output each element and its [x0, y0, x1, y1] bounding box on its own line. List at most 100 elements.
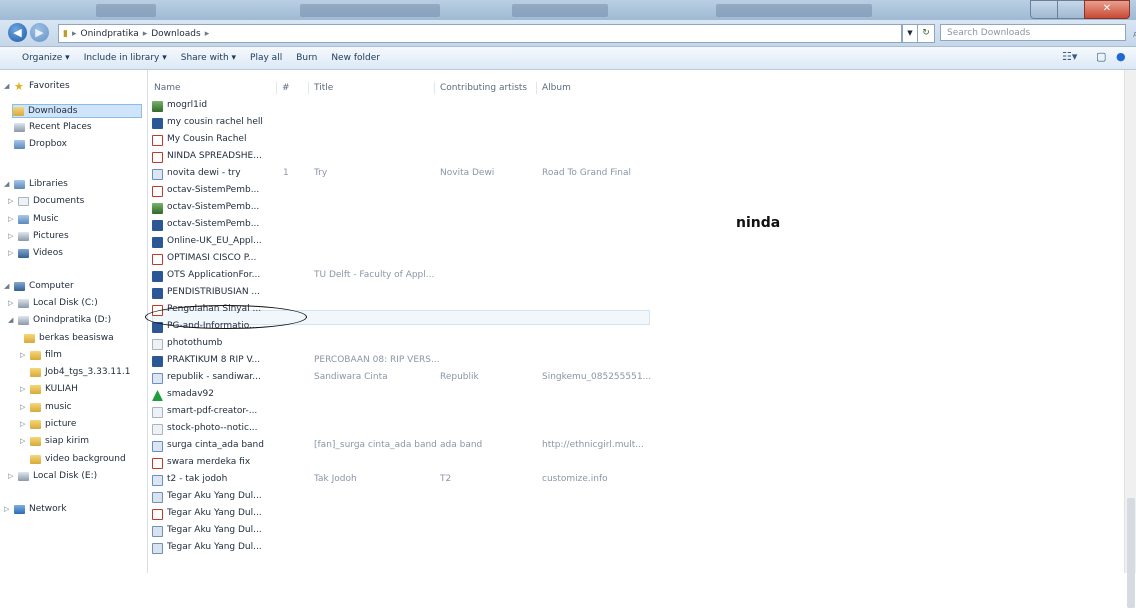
nav-local-disk-c[interactable]: ▷ Local Disk (C:) — [8, 298, 98, 308]
address-dropdown-button[interactable]: ▼ — [902, 24, 918, 43]
file-row[interactable]: republik - sandiwar... Sandiwara Cinta Rep… — [152, 371, 652, 385]
search-input[interactable]: Search Downloads ⌕ — [940, 24, 1136, 41]
nav-local-disk-e[interactable]: ▷ Local Disk (E:) — [8, 471, 97, 481]
file-row[interactable]: octav-SistemPemb... — [152, 218, 652, 232]
file-row[interactable]: swara merdeka fix — [152, 456, 652, 470]
file-row[interactable]: Online-UK_EU_Appl... — [152, 235, 652, 249]
file-row[interactable]: stock-photo--notic... — [152, 422, 652, 436]
column-divider[interactable] — [536, 82, 537, 94]
word-icon — [152, 288, 163, 299]
file-row[interactable]: t2 - tak jodoh Tak Jodoh T2 customize.info — [152, 473, 652, 487]
burn-button[interactable]: Burn — [296, 53, 317, 63]
play-all-button[interactable]: Play all — [250, 53, 282, 63]
wma-icon — [152, 492, 163, 503]
navigation-pane: ◢ ★ Favorites Downloads Recent Places Drop… — [0, 70, 148, 573]
file-row[interactable]: Tegar Aku Yang Dul... — [152, 490, 652, 504]
file-row[interactable]: OTS ApplicationFor... TU Delft - Faculty … — [152, 269, 652, 283]
close-button[interactable]: ✕ — [1084, 0, 1130, 19]
column-divider[interactable] — [434, 82, 435, 94]
music-icon — [18, 214, 29, 224]
audio-icon — [152, 169, 163, 180]
file-row[interactable]: smadav92 — [152, 388, 652, 402]
file-row[interactable]: Tegar Aku Yang Dul... — [152, 541, 652, 555]
column-divider[interactable] — [308, 82, 309, 94]
file-title: Tak Jodoh — [314, 474, 357, 484]
folder-icon — [30, 436, 41, 446]
file-row[interactable]: Tegar Aku Yang Dul... — [152, 524, 652, 538]
nav-folder-music[interactable]: ▷ music — [20, 402, 72, 412]
nav-documents[interactable]: ▷ Documents — [8, 196, 84, 206]
file-row[interactable]: PENDISTRIBUSIAN ... — [152, 286, 652, 300]
documents-icon — [18, 196, 29, 206]
file-row[interactable]: novita dewi - try 1 Try Novita Dewi Road To … — [152, 167, 652, 181]
image-icon — [152, 203, 163, 214]
vertical-scrollbar[interactable] — [1124, 70, 1136, 608]
back-button[interactable]: ◀ — [8, 23, 27, 42]
preview-pane-icon[interactable]: ▢ — [1096, 50, 1106, 63]
column-divider[interactable] — [276, 82, 277, 94]
column-header-number[interactable]: # — [282, 83, 290, 93]
nav-onindpratika-d[interactable]: ◢ Onindpratika (D:) — [8, 315, 111, 325]
nav-recent-places[interactable]: Recent Places — [14, 122, 92, 132]
file-row[interactable]: photothumb — [152, 337, 652, 351]
forward-button[interactable]: ▶ — [30, 23, 49, 42]
file-row[interactable]: OPTIMASI CISCO P... — [152, 252, 652, 266]
file-row[interactable]: octav-SistemPemb... — [152, 184, 652, 198]
breadcrumb-downloads[interactable]: Downloads — [151, 29, 200, 39]
file-row[interactable]: PRAKTIKUM 8 RIP V... PERCOBAAN 08: RIP VE… — [152, 354, 652, 368]
column-header-name[interactable]: Name — [154, 83, 181, 93]
address-bar[interactable]: ▮ ▸ Onindpratika ▸ Downloads ▸ — [58, 24, 902, 43]
file-row[interactable]: octav-SistemPemb... — [152, 201, 652, 215]
scrollbar-thumb[interactable] — [1127, 498, 1135, 608]
file-row[interactable]: surga cinta_ada band [fan]_surga cinta_ad… — [152, 439, 652, 453]
file-row[interactable]: smart-pdf-creator-... — [152, 405, 652, 419]
nav-dropbox[interactable]: Dropbox — [14, 139, 67, 149]
nav-favorites[interactable]: ◢ ★ Favorites — [4, 79, 70, 93]
organize-button[interactable]: Organize ▾ — [22, 53, 70, 63]
file-row[interactable]: NINDA SPREADSHE... — [152, 150, 652, 164]
file-row[interactable]: mogrl1id — [152, 99, 652, 113]
nav-music[interactable]: ▷ Music — [8, 214, 59, 224]
file-row[interactable]: my cousin rachel hell — [152, 116, 652, 130]
network-icon — [14, 504, 25, 514]
nav-videos[interactable]: ▷ Videos — [8, 248, 63, 258]
nav-folder-picture[interactable]: ▷ picture — [20, 419, 76, 429]
smadav-icon — [152, 390, 163, 401]
file-row[interactable]: My Cousin Rachel — [152, 133, 652, 147]
nav-folder-job[interactable]: Job4_tgs_3.33.11.1 — [30, 367, 130, 377]
column-header-contributing-artists[interactable]: Contributing artists — [440, 83, 527, 93]
file-row[interactable]: Tegar Aku Yang Dul... — [152, 507, 652, 521]
nav-folder-berkas[interactable]: berkas beasiswa — [24, 333, 114, 343]
new-folder-button[interactable]: New folder — [331, 53, 380, 63]
view-options-icon[interactable]: ☷▾ — [1062, 50, 1077, 63]
word-icon — [152, 271, 163, 282]
share-with-button[interactable]: Share with ▾ — [181, 53, 236, 63]
nav-folder-film[interactable]: ▷ film — [20, 350, 62, 360]
nav-network[interactable]: ▷ Network — [4, 504, 67, 514]
nav-folder-kuliah[interactable]: ▷ KULIAH — [20, 384, 78, 394]
nav-pictures[interactable]: ▷ Pictures — [8, 231, 69, 241]
file-artists: T2 — [440, 474, 452, 484]
nav-computer[interactable]: ◢ Computer — [4, 281, 74, 291]
file-name: Tegar Aku Yang Dul... — [167, 542, 262, 552]
minimize-button[interactable] — [1030, 0, 1057, 19]
file-name: OTS ApplicationFor... — [167, 270, 261, 280]
audio-icon — [152, 441, 163, 452]
star-icon: ★ — [14, 79, 24, 93]
column-header-title[interactable]: Title — [314, 83, 333, 93]
file-title: Sandiwara Cinta — [314, 372, 388, 382]
maximize-button[interactable] — [1057, 0, 1084, 19]
column-header-album[interactable]: Album — [542, 83, 571, 93]
breadcrumb-drive[interactable]: Onindpratika — [80, 29, 138, 39]
file-name: swara merdeka fix — [167, 457, 251, 467]
nav-folder-siap-kirim[interactable]: ▷ siap kirim — [20, 436, 89, 446]
chevron-right-icon: ▸ — [204, 28, 210, 39]
image-icon — [152, 101, 163, 112]
nav-libraries[interactable]: ◢ Libraries — [4, 179, 68, 189]
help-icon[interactable]: ● — [1116, 50, 1126, 63]
command-bar: Organize ▾ Include in library ▾ Share wi… — [0, 47, 1136, 70]
refresh-button[interactable]: ↻ — [917, 24, 935, 43]
nav-folder-video-background[interactable]: video background — [30, 454, 126, 464]
nav-downloads[interactable]: Downloads — [12, 104, 142, 118]
include-in-library-button[interactable]: Include in library ▾ — [84, 53, 167, 63]
